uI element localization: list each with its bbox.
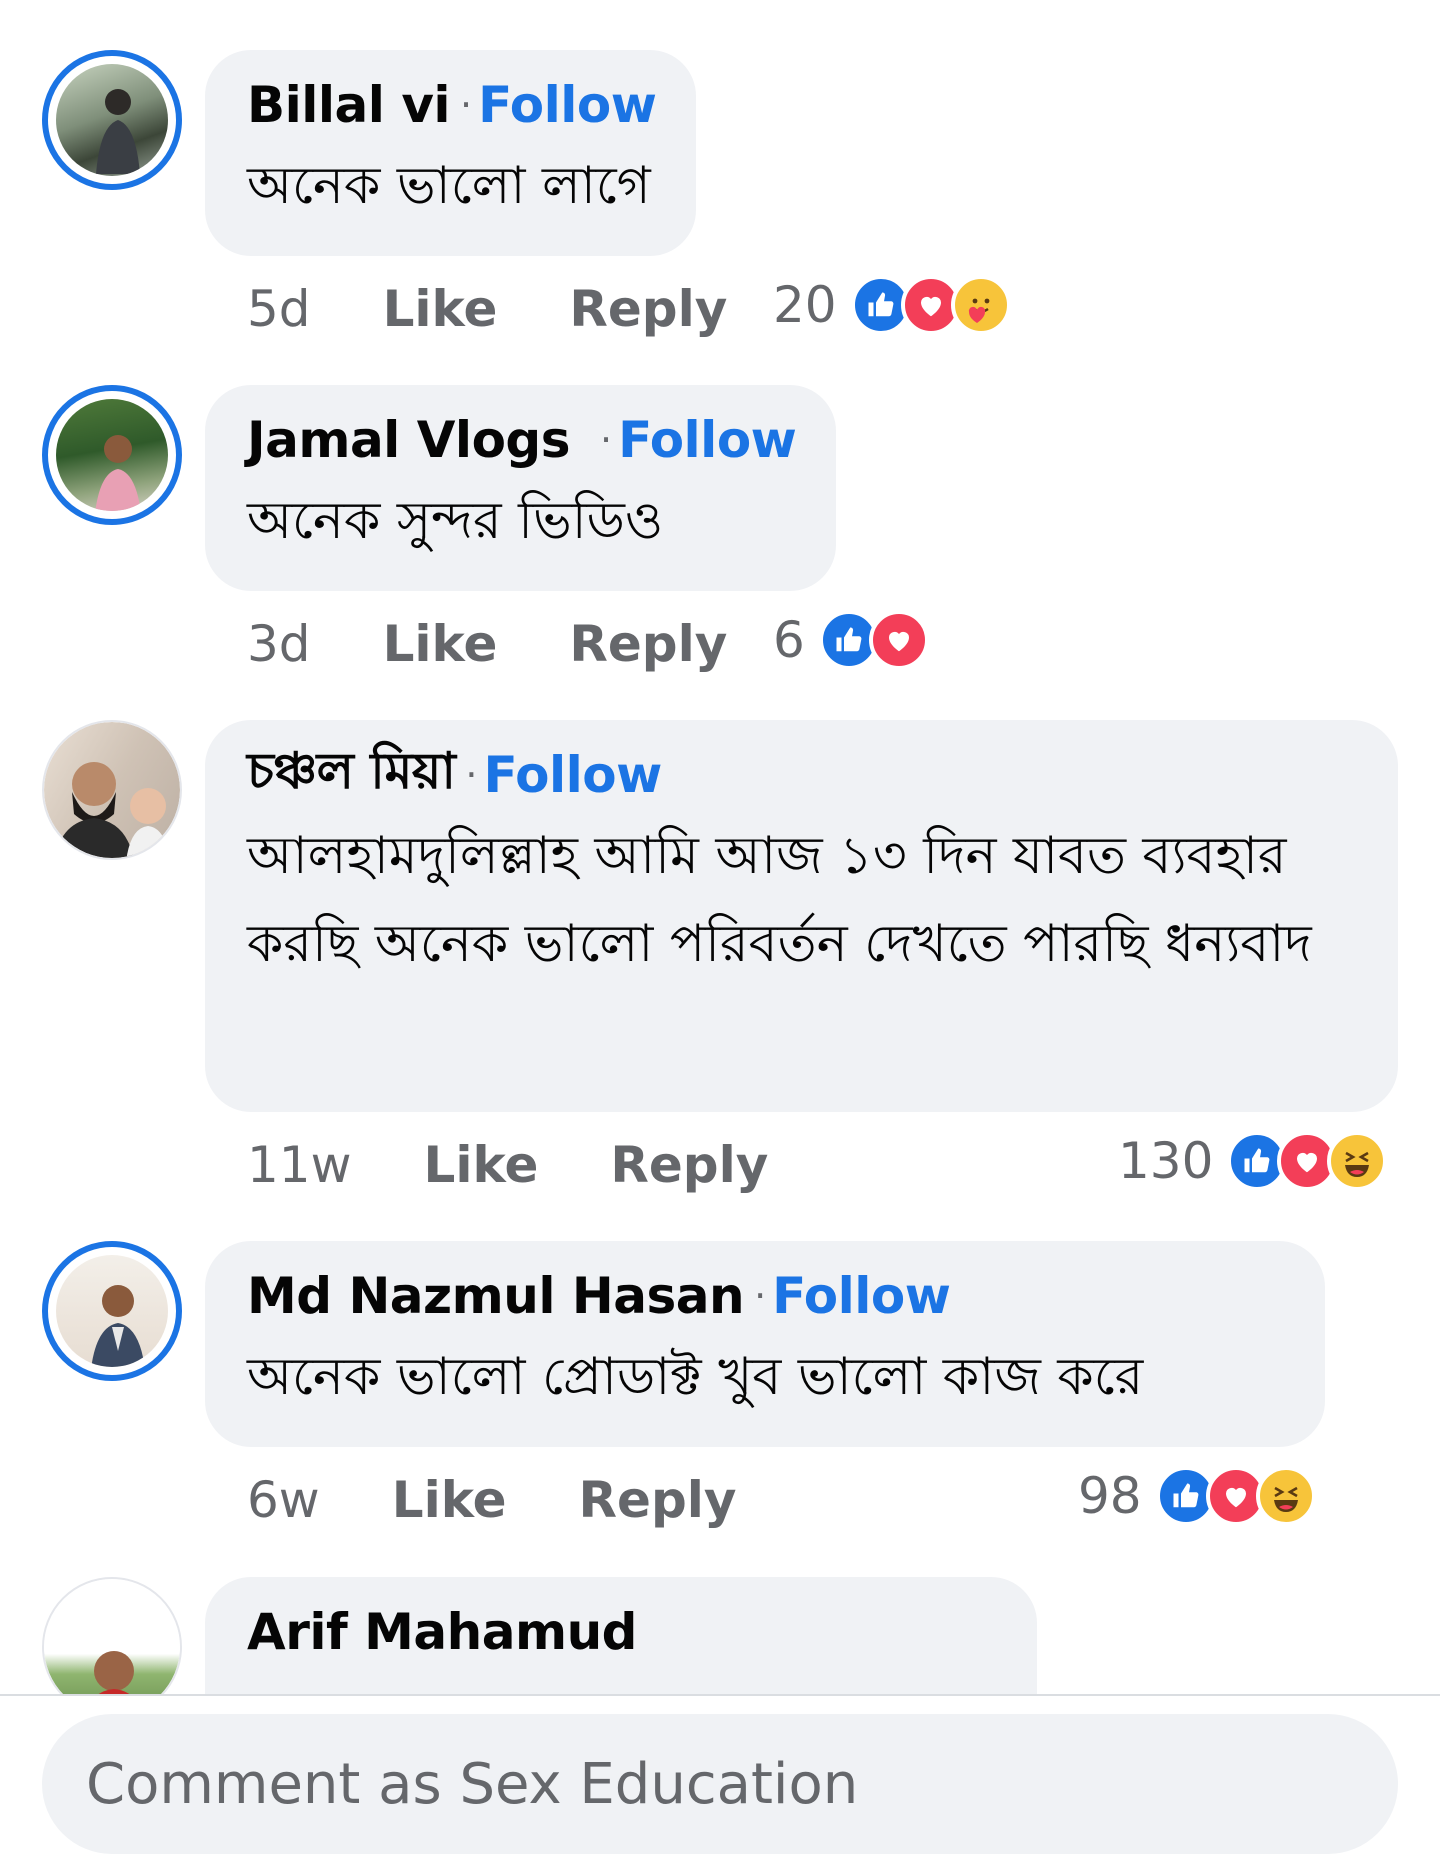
comment-text: অনেক সুন্দর ভিডিও: [247, 491, 664, 551]
like-button[interactable]: Like: [424, 1136, 539, 1194]
separator-dot: ·: [754, 1274, 767, 1318]
comment-bubble: Billal vi · Follow অনেক ভালো লাগে: [205, 50, 697, 256]
person-silhouette-icon: [91, 1285, 145, 1367]
comment-actions: 5d Like Reply: [247, 274, 727, 344]
reply-button[interactable]: Reply: [610, 1136, 768, 1194]
person-silhouette-icon: [96, 89, 140, 174]
person-silhouette-icon: [95, 435, 141, 511]
haha-reaction-icon: [1255, 1466, 1316, 1526]
author-name[interactable]: Md Nazmul Hasan: [247, 1267, 745, 1325]
author-name[interactable]: Billal vi: [247, 76, 451, 134]
author-name[interactable]: চঞ্চল মিয়া: [247, 734, 456, 817]
comment-actions: 3d Like Reply: [247, 609, 727, 679]
timestamp[interactable]: 6w: [247, 1471, 320, 1529]
comment-bubble: Md Nazmul Hasan · Follow অনেক ভালো প্রোড…: [205, 1241, 1325, 1447]
avatar[interactable]: [42, 720, 182, 860]
like-button[interactable]: Like: [392, 1471, 507, 1529]
reply-button[interactable]: Reply: [569, 280, 727, 338]
reaction-count: 130: [1118, 1132, 1214, 1190]
author-name[interactable]: Arif Mahamud: [247, 1603, 637, 1661]
reaction-summary[interactable]: 20: [773, 270, 1011, 340]
reaction-summary[interactable]: 130: [1118, 1126, 1388, 1196]
comment-text: অনেক ভালো প্রোডাক্ট খুব ভালো কাজ করে: [247, 1347, 1144, 1407]
comment-bubble: Jamal Vlogs · Follow অনেক সুন্দর ভিডিও: [205, 385, 837, 591]
comment-text: আলহামদুলিল্লাহ আমি আজ ১৩ দিন যাবত ব্যবহা…: [247, 826, 1312, 974]
reply-button[interactable]: Reply: [579, 1471, 737, 1529]
separator-dot: ·: [599, 418, 613, 462]
love-reaction-icon: [868, 610, 929, 670]
avatar[interactable]: [42, 50, 182, 190]
follow-button[interactable]: Follow: [483, 746, 662, 804]
separator-dot: ·: [465, 753, 478, 797]
avatar[interactable]: [42, 1241, 182, 1381]
author-name[interactable]: Jamal Vlogs: [247, 411, 570, 469]
reaction-summary[interactable]: 6: [773, 605, 929, 675]
reaction-count: 20: [773, 276, 837, 334]
comment-input-placeholder: Comment as Sex Education: [86, 1751, 859, 1817]
like-button[interactable]: Like: [383, 280, 498, 338]
reaction-count: 6: [773, 611, 805, 669]
reaction-summary[interactable]: 98: [1078, 1461, 1316, 1531]
timestamp[interactable]: 5d: [247, 280, 311, 338]
divider: [0, 1694, 1440, 1696]
follow-button[interactable]: Follow: [772, 1267, 951, 1325]
comment-bubble: চঞ্চল মিয়া · Follow আলহামদুলিল্লাহ আমি …: [205, 720, 1398, 1112]
comment-actions: 6w Like Reply: [247, 1465, 736, 1535]
comment-input[interactable]: Comment as Sex Education: [42, 1714, 1398, 1854]
comment-text: অনেক ভালো লাগে: [247, 156, 651, 216]
timestamp[interactable]: 11w: [247, 1136, 352, 1194]
avatar[interactable]: [42, 385, 182, 525]
haha-reaction-icon: [1327, 1131, 1388, 1191]
person-silhouette-icon: [54, 762, 170, 858]
reaction-count: 98: [1078, 1467, 1142, 1525]
timestamp[interactable]: 3d: [247, 615, 311, 673]
follow-button[interactable]: Follow: [618, 411, 797, 469]
reply-button[interactable]: Reply: [569, 615, 727, 673]
follow-button[interactable]: Follow: [478, 76, 657, 134]
care-reaction-icon: [950, 275, 1011, 335]
comment-actions: 11w Like Reply: [247, 1130, 768, 1200]
separator-dot: ·: [460, 83, 473, 127]
like-button[interactable]: Like: [383, 615, 498, 673]
